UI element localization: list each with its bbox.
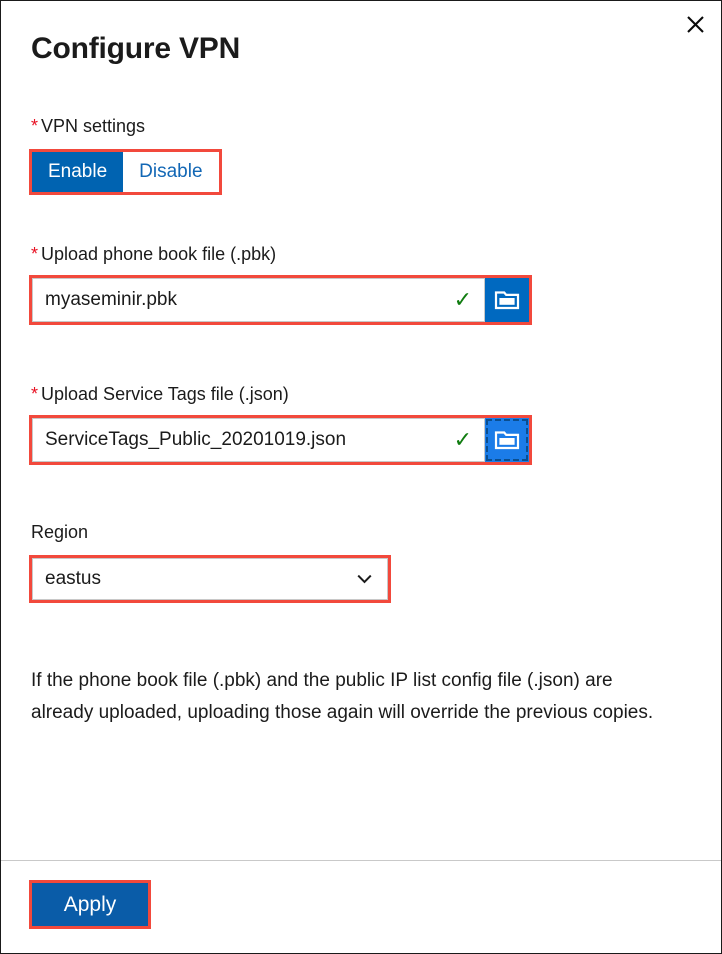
field-label-text: Upload phone book file (.pbk) bbox=[41, 244, 277, 264]
folder-icon bbox=[494, 429, 520, 451]
field-phone-book-file: * Upload phone book file (.pbk) myasemini… bbox=[29, 243, 693, 325]
phone-book-file-name: myaseminir.pbk bbox=[45, 289, 177, 310]
phone-book-input[interactable]: myaseminir.pbk ✓ bbox=[32, 278, 484, 322]
field-label-service-tags: * Upload Service Tags file (.json) bbox=[29, 383, 693, 405]
phone-book-browse-button[interactable] bbox=[485, 278, 529, 322]
region-select[interactable]: eastus bbox=[32, 558, 388, 600]
valid-check-icon: ✓ bbox=[453, 427, 472, 452]
field-label-region: Region bbox=[31, 522, 89, 542]
segmented-control: Enable Disable bbox=[32, 152, 219, 192]
vpn-enable-button[interactable]: Enable bbox=[32, 152, 124, 192]
page-title: Configure VPN bbox=[31, 32, 241, 65]
field-region: Region eastus bbox=[29, 521, 693, 603]
file-picker: ServiceTags_Public_20201019.json ✓ bbox=[32, 418, 529, 462]
required-asterisk: * bbox=[31, 244, 39, 264]
field-service-tags-file: * Upload Service Tags file (.json) Servic… bbox=[29, 383, 693, 465]
annotation-box-apply: Apply bbox=[29, 880, 151, 929]
chevron-down-icon bbox=[353, 574, 375, 584]
service-tags-input[interactable]: ServiceTags_Public_20201019.json ✓ bbox=[32, 418, 484, 462]
service-tags-upload-row: ServiceTags_Public_20201019.json ✓ bbox=[29, 415, 693, 465]
field-label-text: VPN settings bbox=[41, 116, 146, 136]
annotation-box-vpn-toggle: Enable Disable bbox=[29, 149, 222, 195]
required-asterisk: * bbox=[31, 384, 39, 404]
vpn-disable-button[interactable]: Disable bbox=[123, 152, 219, 192]
field-label-text: Upload Service Tags file (.json) bbox=[41, 384, 289, 404]
apply-button[interactable]: Apply bbox=[32, 883, 148, 926]
annotation-box-phone-book: myaseminir.pbk ✓ bbox=[29, 275, 532, 325]
region-selected-value: eastus bbox=[45, 568, 101, 589]
field-label-vpn-settings: * VPN settings bbox=[29, 115, 693, 137]
vpn-settings-toggle-group: Enable Disable bbox=[29, 149, 693, 195]
helper-text: If the phone book file (.pbk) and the pu… bbox=[31, 670, 654, 723]
file-picker: myaseminir.pbk ✓ bbox=[32, 278, 529, 322]
dialog-footer: Apply bbox=[1, 860, 721, 953]
valid-check-icon: ✓ bbox=[453, 287, 472, 312]
field-label-phone-book: * Upload phone book file (.pbk) bbox=[29, 243, 693, 265]
service-tags-file-name: ServiceTags_Public_20201019.json bbox=[45, 429, 347, 450]
field-vpn-settings: * VPN settings Enable Disable bbox=[29, 115, 693, 195]
annotation-box-service-tags: ServiceTags_Public_20201019.json ✓ bbox=[29, 415, 532, 465]
configure-vpn-dialog: Configure VPN * VPN settings Enable Disab… bbox=[0, 0, 722, 954]
phone-book-upload-row: myaseminir.pbk ✓ bbox=[29, 275, 693, 325]
required-asterisk: * bbox=[31, 116, 39, 136]
dialog-body: Configure VPN * VPN settings Enable Disab… bbox=[1, 1, 721, 860]
service-tags-browse-button[interactable] bbox=[485, 418, 529, 462]
annotation-box-region: eastus bbox=[29, 555, 391, 603]
folder-icon bbox=[494, 289, 520, 311]
region-select-wrap: eastus bbox=[29, 555, 693, 603]
